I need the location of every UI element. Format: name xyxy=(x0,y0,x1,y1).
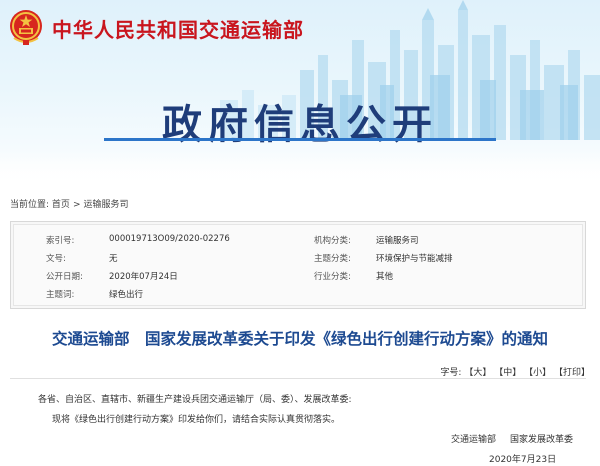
font-size-controls: 字号: 【大】 【中】 【小】 【打印】 xyxy=(440,365,590,378)
document-info-box: 索引号: 000019713O09/2020-02276 机构分类: 运输服务司… xyxy=(10,221,586,309)
divider xyxy=(10,378,586,379)
date-value: 2020年07月24日 xyxy=(109,272,178,282)
article-date: 2020年7月23日 xyxy=(489,455,557,465)
ministry-name[interactable]: 中华人民共和国交通运输部 xyxy=(52,14,304,43)
date-label: 公开日期: xyxy=(46,272,83,282)
banner-fade xyxy=(0,150,600,185)
topic-label: 主题分类: xyxy=(314,254,351,264)
header-banner: 中华人民共和国交通运输部 政府信息公开 xyxy=(0,0,600,185)
national-emblem-icon xyxy=(10,10,42,45)
info-row: 公开日期: 2020年07月24日 行业分类: 其他 xyxy=(14,267,582,285)
agency-value: 运输服务司 xyxy=(376,236,419,246)
breadcrumb: 当前位置: 首页 > 运输服务司 xyxy=(10,197,129,210)
title-underline xyxy=(104,138,496,141)
article-body: 现将《绿色出行创建行动方案》印发给你们，请结合实际认真贯彻落实。 xyxy=(52,415,341,425)
breadcrumb-item-home[interactable]: 首页 xyxy=(52,200,70,210)
font-large-button[interactable]: 【大】 xyxy=(464,368,491,378)
info-row: 文号: 无 主题分类: 环境保护与节能减排 xyxy=(14,249,582,267)
document-info-inner: 索引号: 000019713O09/2020-02276 机构分类: 运输服务司… xyxy=(13,224,583,306)
docno-value: 无 xyxy=(109,254,118,264)
keyword-label: 主题词: xyxy=(46,290,75,300)
breadcrumb-item-transport-service[interactable]: 运输服务司 xyxy=(83,200,128,210)
info-row: 主题词: 绿色出行 xyxy=(14,285,582,303)
breadcrumb-separator: > xyxy=(72,200,81,210)
topic-value: 环境保护与节能减排 xyxy=(376,254,453,264)
print-button[interactable]: 【打印】 xyxy=(554,368,590,378)
agency-label: 机构分类: xyxy=(314,236,351,246)
keyword-value: 绿色出行 xyxy=(109,290,144,300)
font-medium-button[interactable]: 【中】 xyxy=(494,368,521,378)
industry-label: 行业分类: xyxy=(314,272,351,282)
article-signature: 交通运输部 国家发展改革委 xyxy=(451,432,573,445)
index-value: 000019713O09/2020-02276 xyxy=(109,234,230,244)
info-row: 索引号: 000019713O09/2020-02276 机构分类: 运输服务司 xyxy=(14,231,582,249)
section-title: 政府信息公开 xyxy=(162,102,438,148)
font-small-button[interactable]: 【小】 xyxy=(524,368,551,378)
article-title: 交通运输部 国家发展改革委关于印发《绿色出行创建行动方案》的通知 xyxy=(51,330,548,348)
signer-ndrc: 国家发展改革委 xyxy=(510,435,574,445)
breadcrumb-prefix: 当前位置: xyxy=(10,200,50,210)
font-size-label: 字号: xyxy=(440,368,462,378)
index-label: 索引号: xyxy=(46,236,75,246)
industry-value: 其他 xyxy=(376,272,394,282)
article-salutation: 各省、自治区、直辖市、新疆生产建设兵团交通运输厅（局、委）、发展改革委: xyxy=(38,395,352,405)
docno-label: 文号: xyxy=(46,254,66,264)
signer-ministry: 交通运输部 xyxy=(451,435,497,445)
